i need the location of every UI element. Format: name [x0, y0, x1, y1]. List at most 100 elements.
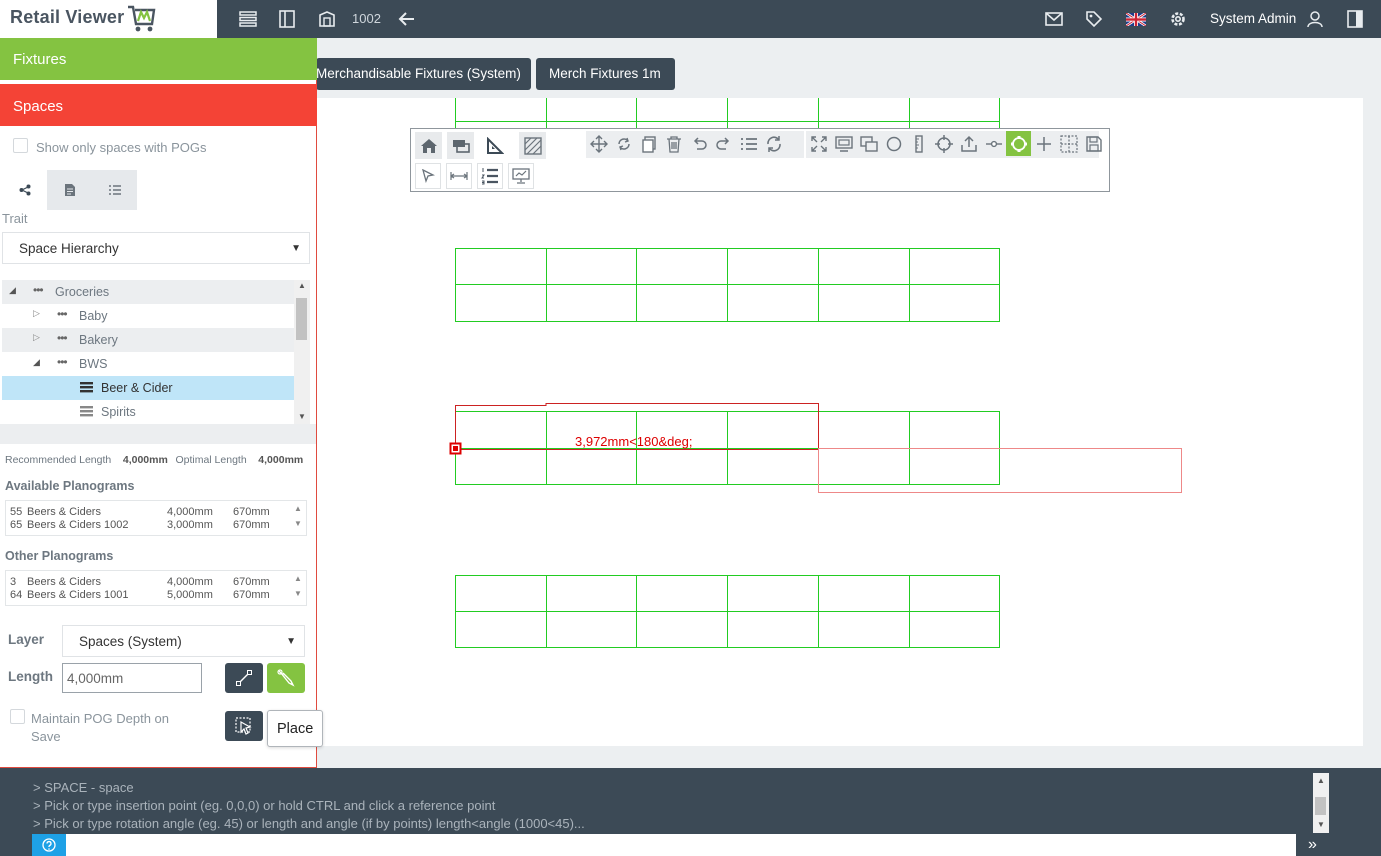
layer-select[interactable]: Spaces (System) ▼: [62, 625, 305, 657]
tree-item-beer-cider[interactable]: Beer & Cider: [2, 376, 294, 400]
ruler-icon[interactable]: [906, 131, 931, 156]
tree-scroll-thumb[interactable]: [296, 298, 307, 340]
panel-toggle-icon[interactable]: [1344, 8, 1366, 30]
rotate-icon[interactable]: [611, 131, 636, 156]
move-icon[interactable]: [586, 131, 611, 156]
pog-id: 3: [10, 576, 17, 588]
help-button[interactable]: [32, 834, 66, 856]
numbered-list-icon[interactable]: [477, 163, 503, 189]
length-summary: Recommended Length 4,000mm Optimal Lengt…: [5, 451, 303, 466]
tab-list[interactable]: [92, 170, 137, 210]
store-map-icon[interactable]: [316, 8, 338, 30]
list-scrollbar[interactable]: ▲ ▼: [290, 501, 306, 535]
tab-document[interactable]: [47, 170, 92, 210]
pick-points-button[interactable]: [267, 663, 305, 693]
command-input[interactable]: [66, 834, 1296, 856]
layer-select-value: Spaces (System): [79, 634, 182, 649]
collapsed-triangle-icon: ▷: [33, 332, 40, 342]
scroll-up-icon[interactable]: ▲: [298, 281, 306, 290]
maintain-depth-label: Maintain POG Depth on Save: [31, 711, 170, 744]
mail-icon[interactable]: [1043, 8, 1065, 30]
refresh-icon[interactable]: [761, 131, 786, 156]
layers-icon[interactable]: [447, 132, 474, 159]
list-scrollbar[interactable]: ▲ ▼: [290, 571, 306, 605]
crosshair-icon[interactable]: [931, 131, 956, 156]
scroll-down-icon[interactable]: ▼: [298, 412, 306, 421]
tree-item-label: Baby: [79, 309, 108, 323]
tag-icon[interactable]: [1083, 8, 1105, 30]
grid-icon[interactable]: [1056, 131, 1081, 156]
fit-screen-icon[interactable]: [806, 131, 831, 156]
dimension-icon[interactable]: [446, 163, 472, 189]
space-tabs: [0, 170, 317, 210]
view-tab-merchandisable-fixtures[interactable]: Merchandisable Fixtures (System): [316, 58, 531, 90]
back-arrow-icon[interactable]: [396, 8, 418, 30]
scroll-up-icon[interactable]: ▲: [290, 574, 306, 583]
list-item[interactable]: 64 Beers & Ciders 1001 5,000mm 670mm: [10, 589, 290, 602]
tree-item-baby[interactable]: ▷ ••• Baby: [2, 304, 294, 328]
other-planograms-list: 3 Beers & Ciders 4,000mm 670mm 64 Beers …: [5, 570, 307, 606]
tree-item-bws[interactable]: ◢ ••• BWS: [2, 352, 294, 376]
spaces-header[interactable]: Spaces: [0, 84, 317, 126]
select-arrow-icon[interactable]: [415, 163, 441, 189]
run-command-button[interactable]: »: [1296, 834, 1329, 856]
ellipsis-icon: •••: [33, 283, 44, 297]
user-name[interactable]: System Admin: [1210, 11, 1296, 26]
pog-depth: 670mm: [233, 519, 270, 531]
list-item[interactable]: 3 Beers & Ciders 4,000mm 670mm: [10, 576, 290, 589]
trait-select[interactable]: Space Hierarchy ▼: [2, 232, 310, 264]
save-icon[interactable]: [1081, 131, 1106, 156]
logo[interactable]: Retail Viewer: [0, 0, 217, 38]
snap-line-icon[interactable]: [981, 131, 1006, 156]
undo-icon[interactable]: [686, 131, 711, 156]
scroll-down-icon[interactable]: ▼: [290, 519, 306, 528]
fixtures-header[interactable]: Fixtures: [0, 38, 317, 80]
length-input[interactable]: [62, 663, 202, 693]
scroll-down-icon[interactable]: ▼: [290, 589, 306, 598]
book-icon[interactable]: [276, 8, 298, 30]
copy-icon[interactable]: [636, 131, 661, 156]
measure-line-button[interactable]: [225, 663, 263, 693]
place-button[interactable]: [225, 711, 263, 741]
tree-item-spirits[interactable]: Spirits: [2, 400, 294, 424]
maintain-depth-checkbox[interactable]: [10, 709, 25, 724]
command-scroll-thumb[interactable]: [1315, 797, 1326, 815]
snap-circle-icon[interactable]: [1006, 131, 1031, 156]
list-icon[interactable]: [237, 8, 259, 30]
tree-item-groceries[interactable]: ◢ ••• Groceries: [2, 280, 294, 304]
pog-name: Beers & Ciders: [27, 576, 101, 588]
scroll-down-icon[interactable]: ▼: [1317, 820, 1325, 829]
place-tooltip-text: Place: [277, 721, 314, 737]
set-square-icon[interactable]: [481, 132, 508, 159]
uk-flag-icon[interactable]: [1125, 8, 1147, 30]
tree-scrollbar[interactable]: ▲ ▼: [294, 280, 310, 424]
view-tab-merch-fixtures-1m[interactable]: Merch Fixtures 1m: [536, 58, 675, 90]
overlap-icon[interactable]: [856, 131, 881, 156]
export-icon[interactable]: [956, 131, 981, 156]
display-icon[interactable]: [831, 131, 856, 156]
gear-icon[interactable]: [1167, 8, 1189, 30]
show-only-pogs-checkbox[interactable]: [13, 138, 28, 153]
delete-icon[interactable]: [661, 131, 686, 156]
scroll-up-icon[interactable]: ▲: [290, 504, 306, 513]
redo-icon[interactable]: [711, 131, 736, 156]
home-icon[interactable]: [415, 132, 442, 159]
circle-icon[interactable]: [881, 131, 906, 156]
plus-icon[interactable]: [1031, 131, 1056, 156]
drawing-canvas[interactable]: [317, 98, 1363, 746]
space-tree: ◢ ••• Groceries ▷ ••• Baby ▷ ••• Bakery …: [0, 280, 310, 424]
list-view-icon[interactable]: [736, 131, 761, 156]
list-item[interactable]: 55 Beers & Ciders 4,000mm 670mm: [10, 506, 290, 519]
checklist-icon: [108, 185, 121, 195]
presentation-icon[interactable]: [508, 163, 534, 189]
scroll-up-icon[interactable]: ▲: [1317, 776, 1325, 785]
tree-item-bakery[interactable]: ▷ ••• Bakery: [2, 328, 294, 352]
user-icon[interactable]: [1304, 8, 1326, 30]
hatch-icon[interactable]: [519, 132, 546, 159]
tab-hierarchy[interactable]: [2, 170, 47, 210]
pick-point-icon: [277, 669, 295, 687]
command-scrollbar[interactable]: ▲ ▼: [1313, 773, 1329, 833]
chevron-down-icon: ▼: [291, 243, 301, 254]
view-tab-label: Merch Fixtures 1m: [549, 66, 661, 81]
list-item[interactable]: 65 Beers & Ciders 1002 3,000mm 670mm: [10, 519, 290, 532]
